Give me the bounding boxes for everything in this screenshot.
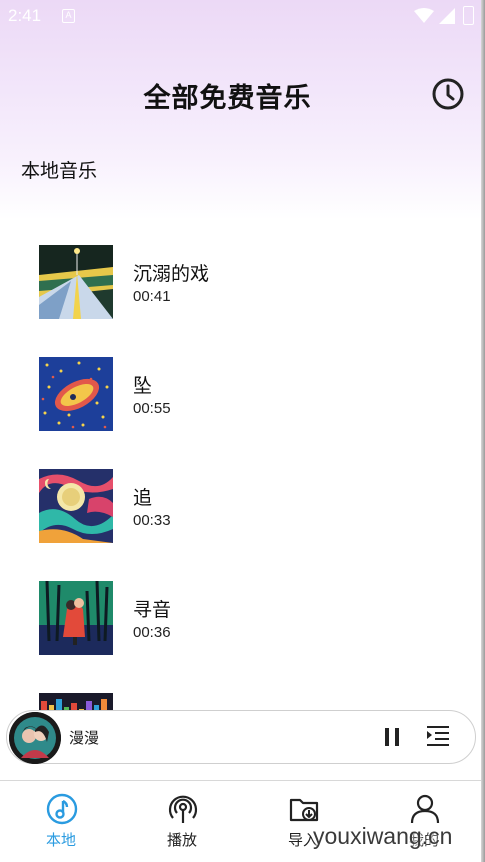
nav-item-local[interactable]: 本地 xyxy=(6,781,116,862)
pause-icon xyxy=(385,728,399,746)
song-duration: 00:36 xyxy=(133,624,171,641)
song-duration: 00:55 xyxy=(133,400,171,417)
mini-player[interactable]: 漫漫 xyxy=(6,710,476,764)
broadcast-icon xyxy=(168,795,198,823)
clock-history-icon xyxy=(432,78,464,110)
now-playing-cover[interactable] xyxy=(9,712,61,764)
status-bar: 2:41 A xyxy=(0,0,485,34)
song-duration: 00:33 xyxy=(133,512,171,529)
watermark: youxiwang.cn xyxy=(313,823,453,849)
song-duration: 00:41 xyxy=(133,288,171,305)
song-title: 寻音 xyxy=(133,599,172,621)
battery-icon xyxy=(463,6,474,25)
album-cover xyxy=(39,693,113,710)
music-note-icon xyxy=(46,793,78,825)
song-list[interactable]: 沉溺的戏 00:41 坠 00:55 追 00:33 寻音 00:36 xyxy=(0,232,485,710)
section-title: 本地音乐 xyxy=(21,160,98,182)
now-playing-title: 漫漫 xyxy=(69,729,100,747)
page-title: 全部免费音乐 xyxy=(143,83,312,114)
user-icon xyxy=(410,794,440,824)
song-item[interactable]: 寻音 00:36 xyxy=(0,568,485,668)
folder-import-icon xyxy=(289,798,319,822)
history-button[interactable] xyxy=(430,76,466,112)
pause-button[interactable] xyxy=(381,725,405,749)
playlist-icon xyxy=(427,726,449,746)
screen-edge xyxy=(481,0,485,862)
song-title: 追 xyxy=(133,487,153,509)
wifi-icon xyxy=(414,8,434,23)
album-cover xyxy=(39,469,113,543)
notification-icon: A xyxy=(62,9,75,23)
song-item[interactable]: 追 00:33 xyxy=(0,456,485,556)
app-screen: 2:41 A 全部免费音乐 本地音乐 沉溺的戏 00:41 坠 00:55 追 … xyxy=(0,0,485,862)
status-time: 2:41 xyxy=(8,6,42,25)
song-item[interactable]: 坠 00:55 xyxy=(0,344,485,444)
album-cover xyxy=(39,581,113,655)
song-item[interactable]: 沉溺的戏 00:41 xyxy=(0,232,485,332)
nav-label-play: 播放 xyxy=(166,831,197,849)
album-cover xyxy=(39,357,113,431)
nav-item-play[interactable]: 播放 xyxy=(127,781,237,862)
album-cover xyxy=(39,245,113,319)
playlist-button[interactable] xyxy=(425,723,451,749)
song-title: 沉溺的戏 xyxy=(133,263,210,285)
song-item[interactable] xyxy=(0,680,485,710)
song-title: 坠 xyxy=(133,375,153,397)
nav-label-local: 本地 xyxy=(45,831,76,849)
signal-icon xyxy=(439,8,455,24)
